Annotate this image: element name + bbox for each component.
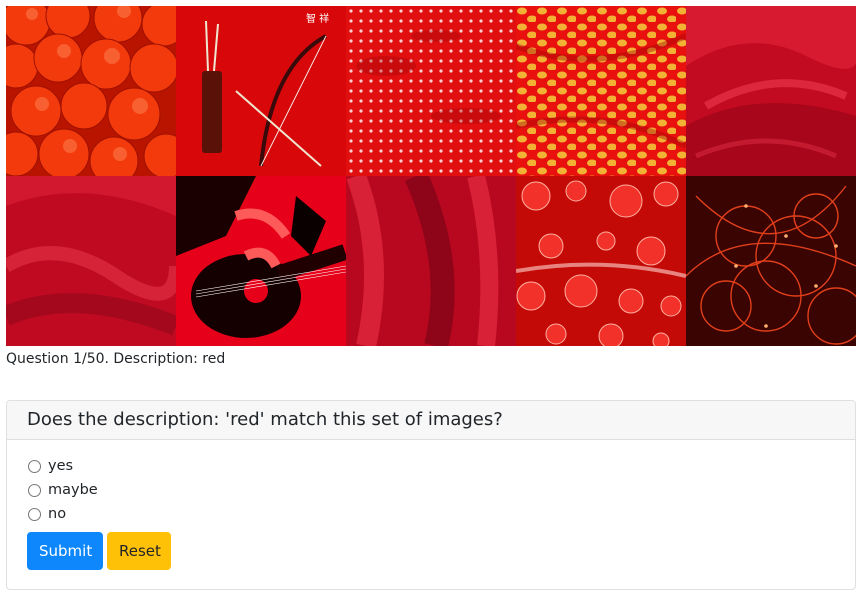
question-title: Does the description: 'red' match this s…	[7, 401, 855, 440]
white-dot-pattern-image	[346, 6, 516, 176]
reset-button[interactable]: Reset	[107, 532, 171, 570]
radio-maybe[interactable]	[28, 483, 41, 497]
image-caption-text: 智 祥	[306, 12, 329, 25]
option-yes-label: yes	[48, 458, 74, 474]
question-caption: Question 1/50. Description: red	[6, 351, 226, 367]
yellow-polka-dot-fabric-image	[516, 6, 686, 176]
radio-no[interactable]	[28, 507, 41, 521]
option-no-label: no	[48, 506, 67, 522]
bow-and-arrows-image: 智 祥	[176, 6, 346, 176]
red-light-trails-image	[686, 176, 856, 346]
red-bubbles-image	[516, 176, 686, 346]
option-no[interactable]: no	[27, 502, 835, 526]
submit-button[interactable]: Submit	[27, 532, 103, 570]
option-yes[interactable]: yes	[27, 454, 835, 478]
option-maybe-label: maybe	[48, 482, 98, 498]
red-satin-image	[6, 176, 176, 346]
radio-yes[interactable]	[28, 459, 41, 473]
button-row: Submit Reset	[27, 532, 835, 570]
red-silk-image	[686, 6, 856, 176]
tangerines-image	[6, 6, 176, 176]
image-grid: 智 祥	[6, 6, 856, 346]
option-maybe[interactable]: maybe	[27, 478, 835, 502]
red-drape-image	[346, 176, 516, 346]
guitar-player-image	[176, 176, 346, 346]
question-body: yes maybe no Submit Reset	[7, 440, 855, 570]
question-card: Does the description: 'red' match this s…	[6, 400, 856, 590]
